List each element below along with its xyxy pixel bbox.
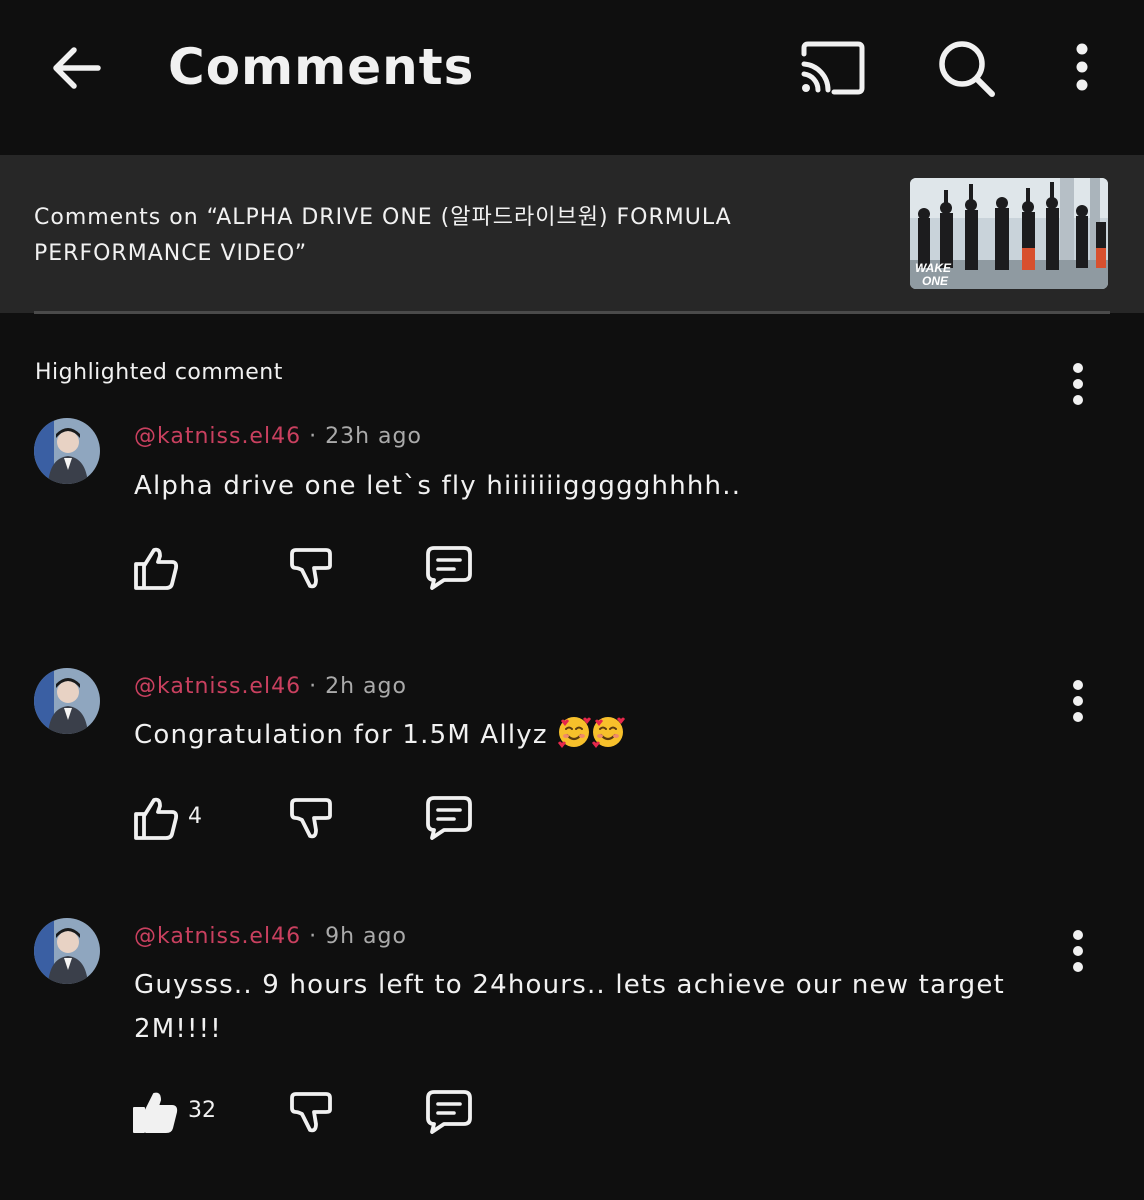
video-thumbnail[interactable]: WAKE ONE: [910, 178, 1108, 289]
comment-actions: 4: [130, 794, 530, 844]
thumbs-down-icon[interactable]: [288, 544, 336, 592]
top-app-bar: Comments: [0, 0, 1144, 155]
smiling-face-with-hearts-icon: [591, 715, 626, 749]
thumbs-down-icon[interactable]: [288, 794, 336, 842]
comment-time: 9h ago: [325, 924, 407, 949]
comment-actions: [130, 544, 530, 594]
reply-icon[interactable]: [424, 1088, 474, 1136]
video-context-bar[interactable]: Comments on “ALPHA DRIVE ONE (알파드라이브원) F…: [0, 155, 1144, 313]
more-vert-icon[interactable]: [1062, 38, 1102, 100]
thumbnail-watermark-bottom: ONE: [922, 274, 949, 288]
more-vert-icon[interactable]: [1060, 362, 1096, 408]
highlighted-comment-label: Highlighted comment: [35, 360, 283, 385]
comments-screen: Comments Comments on “ALPHA DRIVE ONE (알…: [0, 0, 1144, 1200]
thumbs-down-icon[interactable]: [288, 1088, 336, 1136]
comment-actions: 32: [130, 1088, 530, 1138]
comment-text: Guysss.. 9 hours left to 24hours.. lets …: [134, 970, 1005, 1044]
avatar[interactable]: [34, 418, 100, 484]
like-count: 32: [188, 1098, 216, 1123]
reply-icon[interactable]: [424, 794, 474, 842]
comment-text: Alpha drive one let`s fly hiiiiiiigggggh…: [134, 471, 742, 501]
comment-meta: @katniss.el46 · 23h ago: [134, 424, 422, 449]
page-title: Comments: [168, 38, 475, 96]
comment-time: 23h ago: [325, 424, 422, 449]
smiling-face-with-hearts-icon: [557, 715, 592, 749]
comment-author[interactable]: @katniss.el46: [134, 924, 301, 949]
avatar[interactable]: [34, 918, 100, 984]
thumbs-up-icon[interactable]: [130, 794, 180, 842]
meta-separator: ·: [309, 924, 318, 949]
comment-meta: @katniss.el46 · 2h ago: [134, 674, 407, 699]
comment-text-container: Congratulation for 1.5M Allyz: [134, 713, 1079, 757]
reply-icon[interactable]: [424, 544, 474, 592]
comment-time: 2h ago: [325, 674, 407, 699]
thumbs-up-filled-icon[interactable]: [130, 1088, 180, 1136]
comment-meta: @katniss.el46 · 9h ago: [134, 924, 407, 949]
cast-icon[interactable]: [798, 38, 868, 100]
comment-author[interactable]: @katniss.el46: [134, 424, 301, 449]
back-arrow-icon[interactable]: [44, 38, 110, 98]
meta-separator: ·: [309, 424, 318, 449]
meta-separator: ·: [309, 674, 318, 699]
divider: [34, 311, 1110, 314]
thumbs-up-icon[interactable]: [130, 544, 180, 592]
comment-text: Congratulation for 1.5M Allyz: [134, 720, 548, 750]
comment-author[interactable]: @katniss.el46: [134, 674, 301, 699]
avatar[interactable]: [34, 668, 100, 734]
search-icon[interactable]: [934, 38, 1000, 100]
video-comments-heading: Comments on “ALPHA DRIVE ONE (알파드라이브원) F…: [34, 205, 732, 266]
thumbnail-watermark-top: WAKE: [915, 261, 952, 275]
like-count: 4: [188, 804, 202, 829]
